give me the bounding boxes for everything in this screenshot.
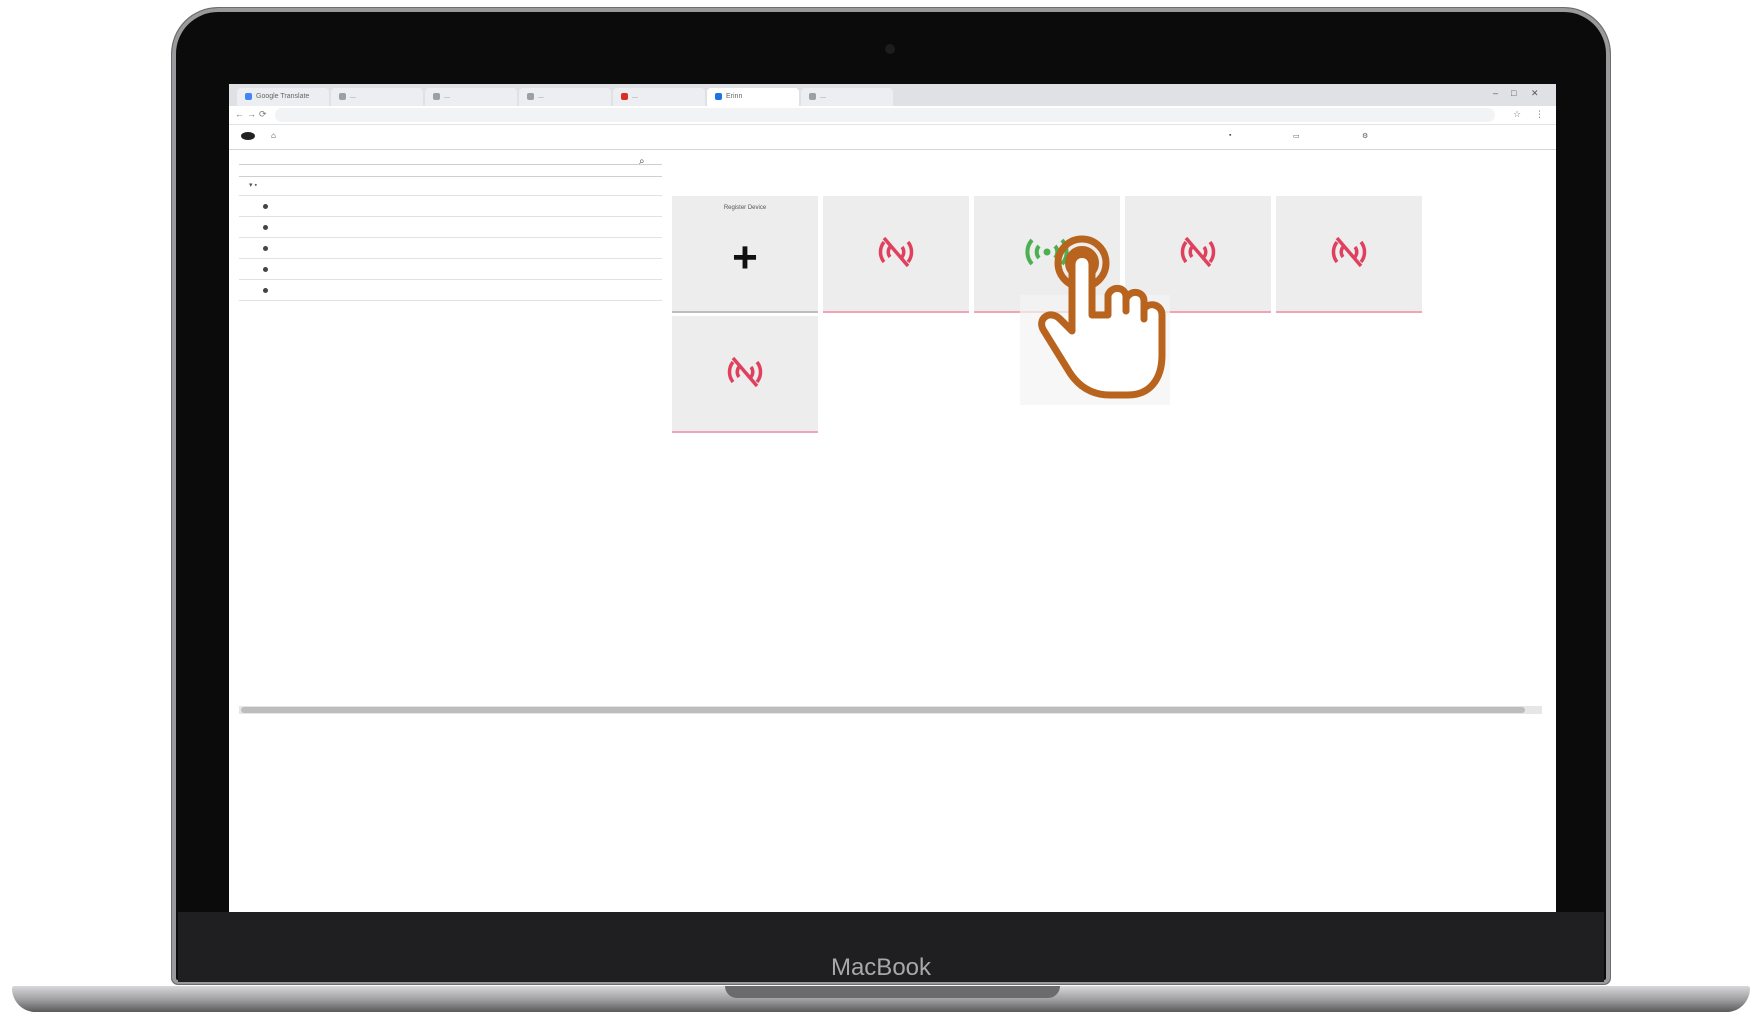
tab-favicon xyxy=(527,92,534,100)
header-button[interactable]: ▭ xyxy=(1293,132,1300,140)
browser-tab[interactable]: ... xyxy=(613,88,705,106)
camera xyxy=(885,44,895,54)
forward-icon[interactable]: → xyxy=(247,109,256,119)
logo-icon xyxy=(241,132,255,140)
device-dot-icon xyxy=(263,266,268,272)
tree-root[interactable]: ▾ ▪ xyxy=(239,176,662,196)
app-header: ⌂ ▪ ▭ ⚙ xyxy=(229,125,1556,150)
tab-favicon xyxy=(433,92,440,100)
tap-hand-icon xyxy=(1020,235,1170,405)
tab-label: ... xyxy=(350,93,356,100)
device-tile[interactable] xyxy=(823,196,969,313)
maximize-icon[interactable]: □ xyxy=(1511,88,1516,98)
browser-tab[interactable]: ... xyxy=(519,88,611,106)
device-dot-icon xyxy=(263,224,268,230)
device-tile[interactable] xyxy=(672,316,818,433)
tab-label: Erinn xyxy=(726,93,743,100)
horizontal-scrollbar[interactable] xyxy=(239,706,1542,714)
url-input[interactable] xyxy=(275,108,1495,122)
signal-off-icon xyxy=(878,236,914,268)
menu-icon[interactable]: ⋮ xyxy=(1535,109,1544,120)
laptop-brand: MacBook xyxy=(830,954,932,981)
browser-tab[interactable]: Google Translate xyxy=(237,88,329,106)
tree-item[interactable] xyxy=(239,281,662,301)
tree-item[interactable] xyxy=(239,218,662,238)
browser-tab-active[interactable]: Erinn xyxy=(707,88,799,106)
back-icon[interactable]: ← xyxy=(235,109,244,119)
reload-icon[interactable]: ⟳ xyxy=(259,109,267,120)
device-dot-icon xyxy=(263,245,268,251)
address-bar-row: ← → ⟳ ☆ ⋮ xyxy=(229,106,1556,125)
tree-item[interactable] xyxy=(239,197,662,217)
browser-tab[interactable]: ... xyxy=(801,88,893,106)
tab-label: ... xyxy=(538,93,544,100)
home-link[interactable]: ⌂ xyxy=(271,131,276,140)
tab-label: ... xyxy=(632,93,638,100)
signal-off-icon xyxy=(1331,236,1367,268)
star-icon[interactable]: ☆ xyxy=(1513,109,1521,120)
laptop-notch xyxy=(725,986,1060,998)
header-button[interactable]: ▪ xyxy=(1229,132,1231,139)
scrollbar-thumb[interactable] xyxy=(241,707,1525,713)
tile-name: Register Device xyxy=(723,205,767,211)
device-tile[interactable] xyxy=(1276,196,1422,313)
device-dot-icon xyxy=(263,203,268,209)
plus-icon: + xyxy=(732,233,758,282)
tree-item[interactable] xyxy=(239,260,662,280)
tab-favicon xyxy=(621,92,628,100)
tab-favicon xyxy=(339,92,346,100)
tab-label: ... xyxy=(820,93,826,100)
search-icon[interactable]: ⌕ xyxy=(639,156,645,167)
register-device-tile[interactable]: Register Device + xyxy=(672,196,818,313)
tab-favicon xyxy=(715,92,722,100)
browser-tab[interactable]: ... xyxy=(425,88,517,106)
minimize-icon[interactable]: – xyxy=(1493,88,1498,98)
sidebar-top-divider xyxy=(239,164,662,165)
tab-favicon xyxy=(809,92,816,100)
device-dot-icon xyxy=(263,287,268,293)
signal-off-icon xyxy=(727,356,763,388)
header-button[interactable]: ⚙ xyxy=(1362,132,1368,140)
laptop-screen: Google Translate ... ... ... ... Erinn .… xyxy=(229,84,1556,912)
tree-item[interactable] xyxy=(239,239,662,259)
tab-favicon xyxy=(245,92,252,100)
browser-tab-bar: Google Translate ... ... ... ... Erinn .… xyxy=(229,84,1556,106)
tab-label: Google Translate xyxy=(256,93,310,100)
browser-tab[interactable]: ... xyxy=(331,88,423,106)
signal-off-icon xyxy=(1180,236,1216,268)
tab-label: ... xyxy=(444,93,450,100)
close-icon[interactable]: ✕ xyxy=(1531,88,1539,99)
